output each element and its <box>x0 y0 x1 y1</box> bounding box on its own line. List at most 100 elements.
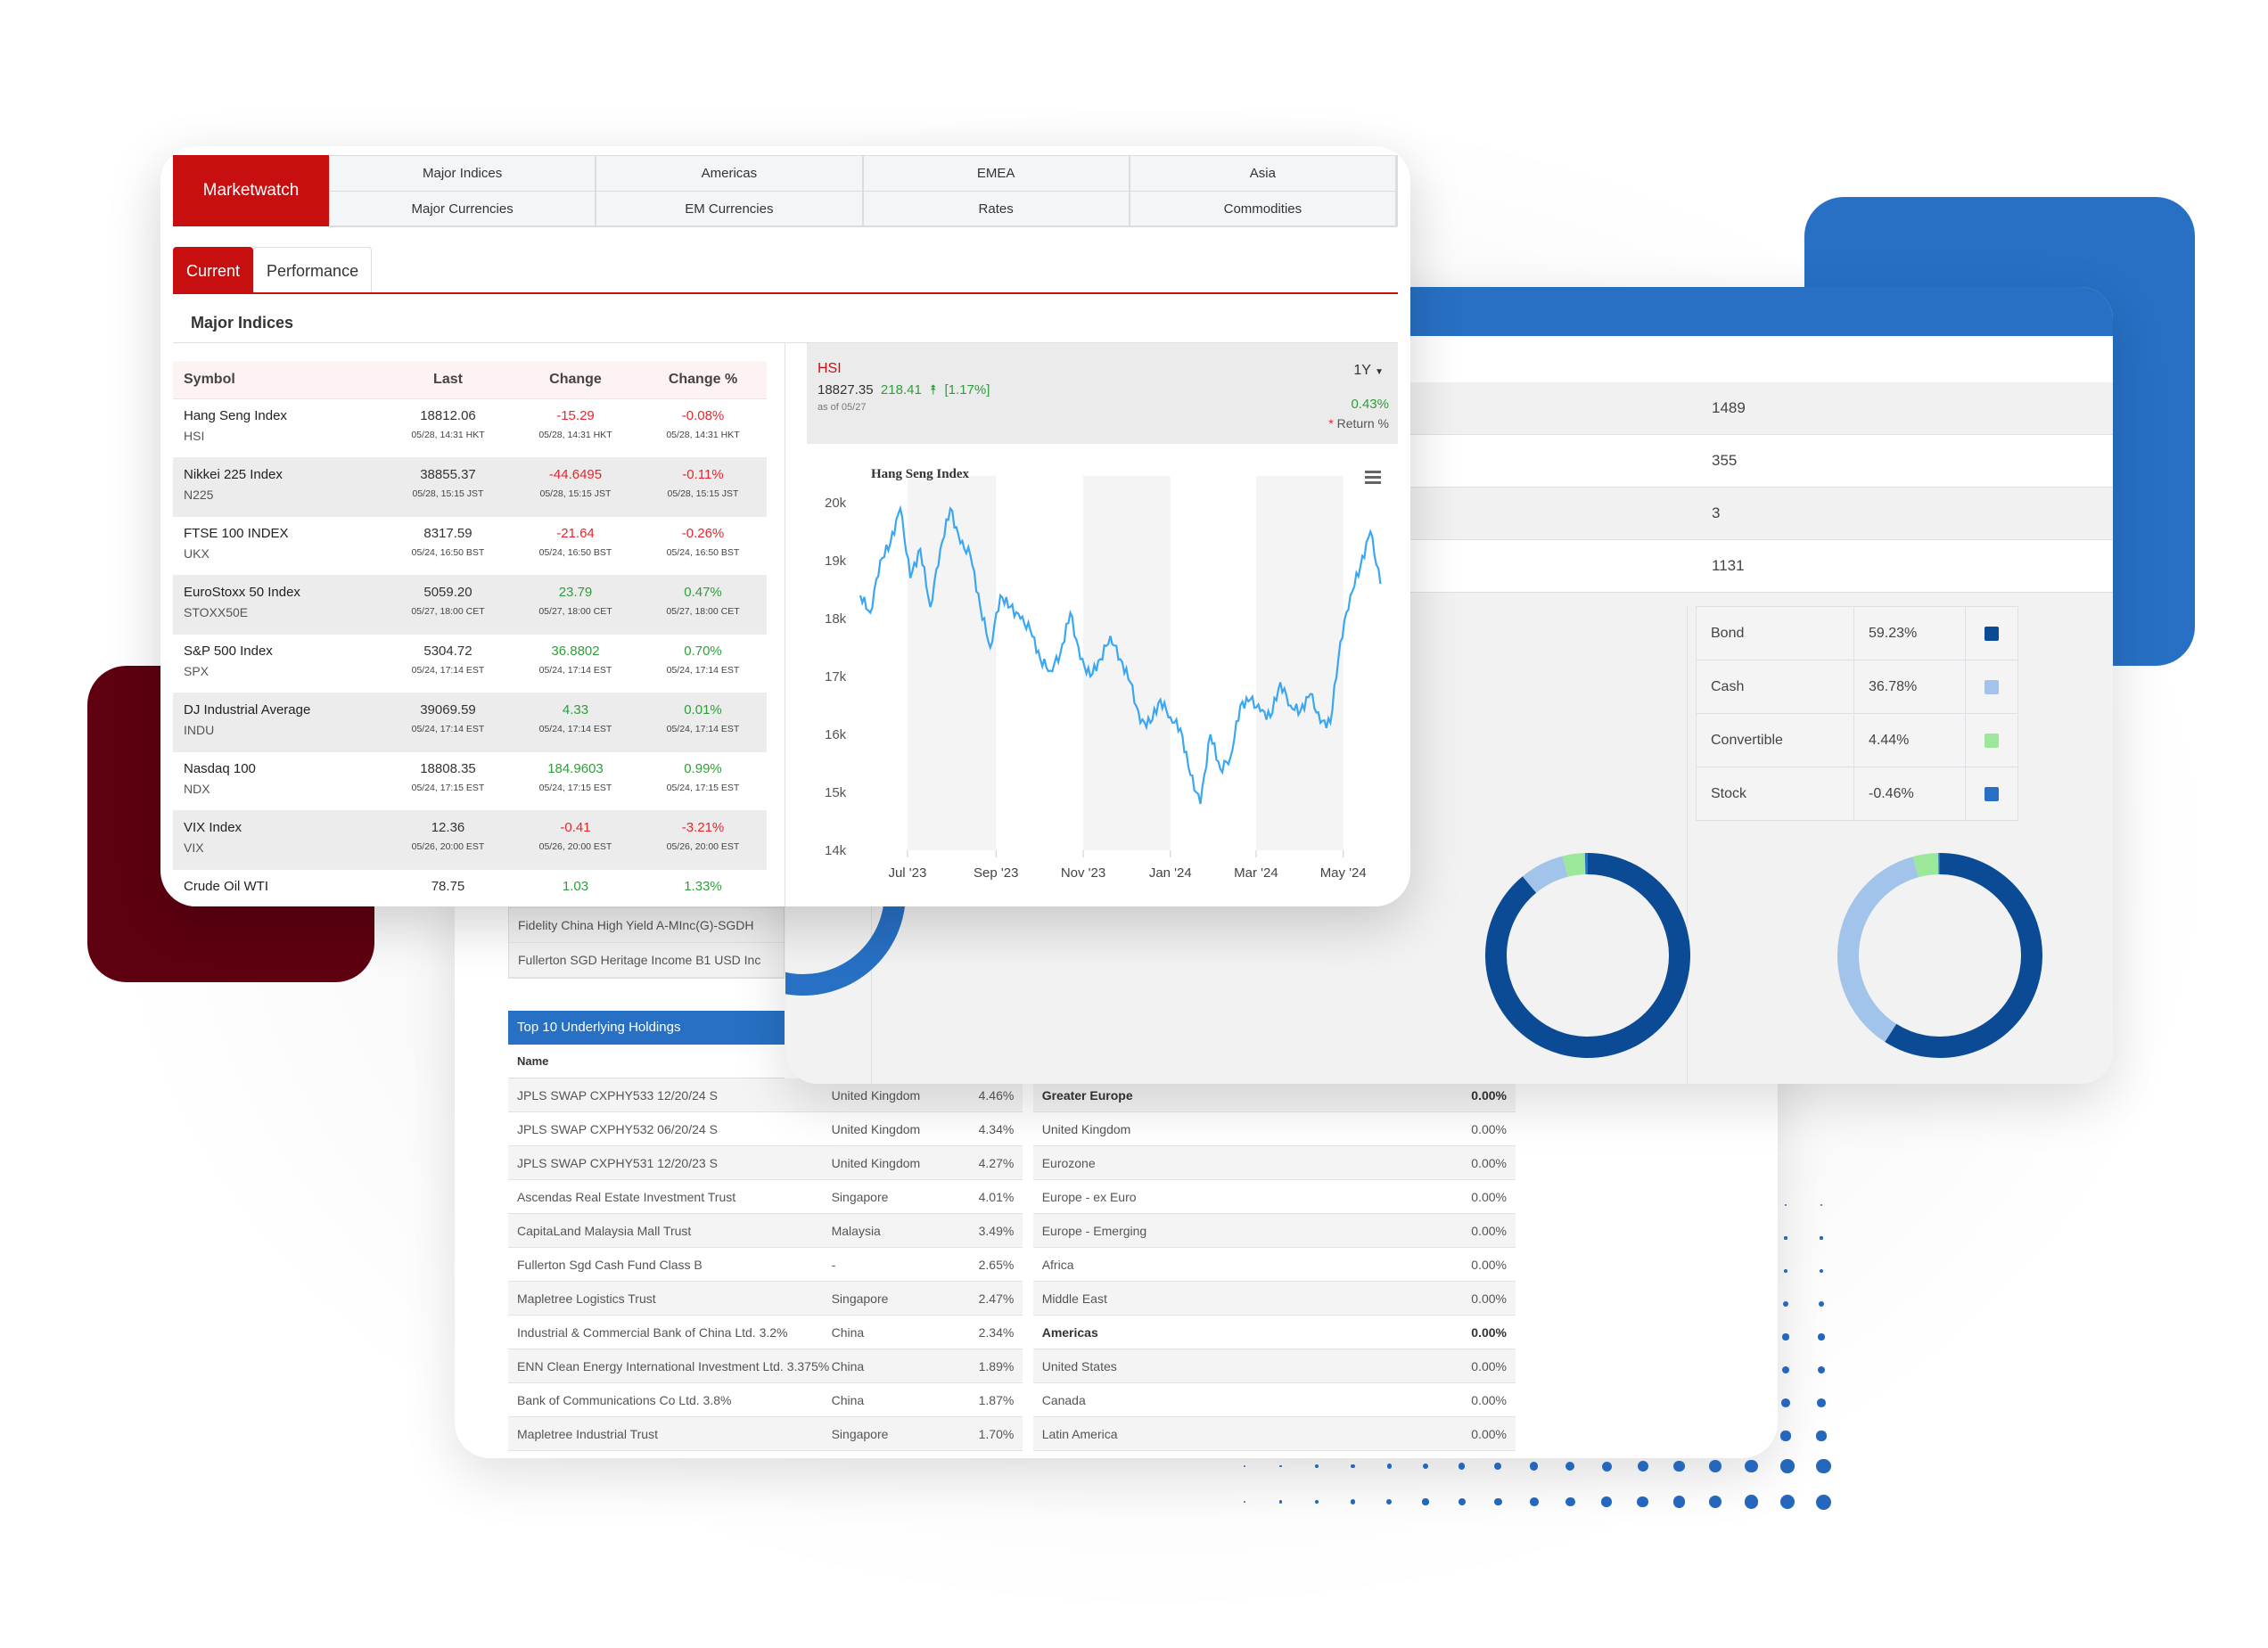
index-name[interactable]: VIX Index <box>184 820 384 835</box>
index-name[interactable]: S&P 500 Index <box>184 644 384 659</box>
index-name[interactable]: EuroStoxx 50 Index <box>184 585 384 600</box>
region-name: United States <box>1041 1359 1117 1373</box>
legend-swatch-cell <box>1966 660 2017 713</box>
table-row[interactable]: EuroStoxx 50 Index STOXX50E 5059.20 05/27, … <box>173 576 767 635</box>
allocation-row: Bond 59.23% <box>1697 607 2017 660</box>
decorative-dot <box>1637 1461 1648 1472</box>
holding-name[interactable]: Mapletree Industrial Trust <box>508 1417 832 1451</box>
change-pct-value: 1.33% <box>684 879 722 894</box>
table-row[interactable]: VIX Index VIX 12.36 05/26, 20:00 EST -0.41 05… <box>173 811 767 870</box>
holding-name[interactable]: Mapletree Logistics Trust <box>508 1282 832 1316</box>
region-row: Americas 0.00% <box>1032 1316 1516 1349</box>
index-name[interactable]: Hang Seng Index <box>184 408 384 423</box>
table-row[interactable]: Nasdaq 100 NDX 18808.35 05/24, 17:15 EST 184… <box>173 752 767 811</box>
legend-swatch <box>1984 679 1999 694</box>
nav-rates[interactable]: Rates <box>863 192 1130 227</box>
region-value: 0.00% <box>1471 1190 1507 1204</box>
range-dropdown[interactable]: 1Y ▼ <box>1353 363 1384 379</box>
marketwatch-brand[interactable]: Marketwatch <box>173 155 329 226</box>
timestamp: 05/24, 17:14 EST <box>411 724 485 734</box>
region-name: Middle East <box>1041 1291 1107 1306</box>
nav-commodities[interactable]: Commodities <box>1130 192 1397 227</box>
nav-americas[interactable]: Americas <box>596 156 864 192</box>
header-change[interactable]: Change <box>512 361 639 398</box>
holding-name[interactable]: Fullerton Sgd Cash Fund Class B <box>508 1248 832 1282</box>
tab-current[interactable]: Current <box>173 247 254 294</box>
index-name[interactable]: Crude Oil WTI <box>184 879 384 894</box>
last-value: 5304.72 <box>423 644 472 659</box>
nav-major-currencies[interactable]: Major Currencies <box>330 192 597 227</box>
table-row[interactable]: S&P 500 Index SPX 5304.72 05/24, 17:14 EST 3… <box>173 635 767 693</box>
decorative-dot <box>1244 1465 1245 1467</box>
allocation-donut-2 <box>1837 853 2042 1058</box>
nav-emea[interactable]: EMEA <box>863 156 1130 192</box>
holding-row[interactable]: Fullerton SGD Heritage Income B1 USD Inc <box>509 943 784 978</box>
change-value: 184.9603 <box>547 761 604 776</box>
decorative-dot <box>1779 1494 1796 1510</box>
region-name: Canada <box>1041 1393 1086 1407</box>
holding-row: Mapletree Industrial Trust Singapore 1.70%… <box>508 1417 1516 1451</box>
index-name[interactable]: FTSE 100 INDEX <box>184 526 384 541</box>
return-value: 0.43% <box>1351 397 1389 412</box>
change-pct-cell: -0.26% 05/24, 16:50 BST <box>639 517 767 575</box>
chart-band <box>1083 476 1171 850</box>
region-value: 0.00% <box>1471 1122 1507 1136</box>
change-pct-cell: 0.99% 05/24, 17:15 EST <box>639 752 767 810</box>
quote-line: 18827.35 218.41 ⯭ [1.17%] <box>818 382 990 398</box>
change-pct-cell: 0.01% 05/24, 17:14 EST <box>639 693 767 751</box>
timestamp: 05/24, 17:14 EST <box>538 724 612 734</box>
timestamp: 05/24, 16:50 BST <box>538 547 612 558</box>
table-row[interactable]: Crude Oil WTI 78.75 1.03 1.33% <box>173 870 767 906</box>
last-value: 5059.20 <box>423 585 472 600</box>
change-value: -21.64 <box>556 526 595 541</box>
chart-band <box>1255 476 1344 850</box>
asset-allocation-table-2: Bond 59.23% Cash 36.78% Convertible 4.44% Stoc… <box>1696 606 2018 821</box>
holding-name[interactable]: JPLS SWAP CXPHY531 12/20/23 S <box>508 1146 832 1180</box>
change-cell: 4.33 05/24, 17:14 EST <box>512 693 639 751</box>
nav-asia[interactable]: Asia <box>1130 156 1397 192</box>
holding-name[interactable]: Ascendas Real Estate Investment Trust <box>508 1180 832 1214</box>
marketwatch-card: Marketwatch Major Indices Americas EMEA … <box>160 146 1410 906</box>
hamburger-menu-icon[interactable] <box>1365 471 1381 484</box>
table-row[interactable]: Hang Seng Index HSI 18812.06 05/28, 14:31 H… <box>173 399 767 458</box>
double-chevron-up-icon: ⯭ <box>929 382 938 398</box>
index-name[interactable]: DJ Industrial Average <box>184 702 384 717</box>
holding-row[interactable]: Fidelity China High Yield A-MInc(G)-SGDH <box>509 908 784 943</box>
holding-name[interactable]: Industrial & Commercial Bank of China Lt… <box>508 1316 832 1349</box>
symbol-cell: EuroStoxx 50 Index STOXX50E <box>173 576 384 634</box>
holding-name[interactable]: JPLS SWAP CXPHY533 12/20/24 S <box>508 1078 832 1112</box>
holding-name[interactable]: Bank of Communications Co Ltd. 3.8% <box>508 1383 832 1417</box>
symbol-cell: Nasdaq 100 NDX <box>173 752 384 810</box>
quote-change-pct: [1.17%] <box>944 382 990 398</box>
nav-major-indices[interactable]: Major Indices <box>330 156 597 192</box>
holding-name[interactable]: JPLS SWAP CXPHY532 06/20/24 S <box>508 1112 832 1146</box>
timestamp: 05/24, 17:14 EST <box>411 665 485 676</box>
holding-weight: 2.34% <box>957 1316 1023 1349</box>
holding-name[interactable]: CapitaLand Malaysia Mall Trust <box>508 1214 832 1248</box>
table-row[interactable]: FTSE 100 INDEX UKX 8317.59 05/24, 16:50 BST… <box>173 517 767 576</box>
header-symbol[interactable]: Symbol <box>173 361 384 398</box>
header-change-pct[interactable]: Change % <box>639 361 767 398</box>
change-cell: 23.79 05/27, 18:00 CET <box>512 576 639 634</box>
tab-underline <box>173 292 1398 294</box>
tab-performance[interactable]: Performance <box>253 247 373 294</box>
symbol-cell: DJ Industrial Average INDU <box>173 693 384 751</box>
index-name[interactable]: Nasdaq 100 <box>184 761 384 776</box>
decorative-dot <box>1708 1495 1722 1509</box>
region-value: 0.00% <box>1471 1359 1507 1373</box>
holding-country: Singapore <box>831 1417 958 1451</box>
holding-name[interactable]: ENN Clean Energy International Investmen… <box>508 1349 832 1383</box>
header-last[interactable]: Last <box>384 361 512 398</box>
donut-slice-bond[interactable] <box>1485 853 1690 1058</box>
table-row[interactable]: DJ Industrial Average INDU 39069.59 05/24, … <box>173 693 767 752</box>
nav-em-currencies[interactable]: EM Currencies <box>596 192 864 227</box>
holding-weight: 3.49% <box>957 1214 1023 1248</box>
change-value: -44.6495 <box>548 467 603 482</box>
decorative-dot <box>1422 1498 1429 1505</box>
x-tick-label: Mar '24 <box>1234 865 1278 881</box>
index-name[interactable]: Nikkei 225 Index <box>184 467 384 482</box>
decorative-dot <box>1782 1333 1789 1341</box>
table-row[interactable]: Nikkei 225 Index N225 38855.37 05/28, 15:15… <box>173 458 767 517</box>
asset-class-value: 59.23% <box>1854 607 1966 660</box>
legend-swatch <box>1984 786 1999 801</box>
